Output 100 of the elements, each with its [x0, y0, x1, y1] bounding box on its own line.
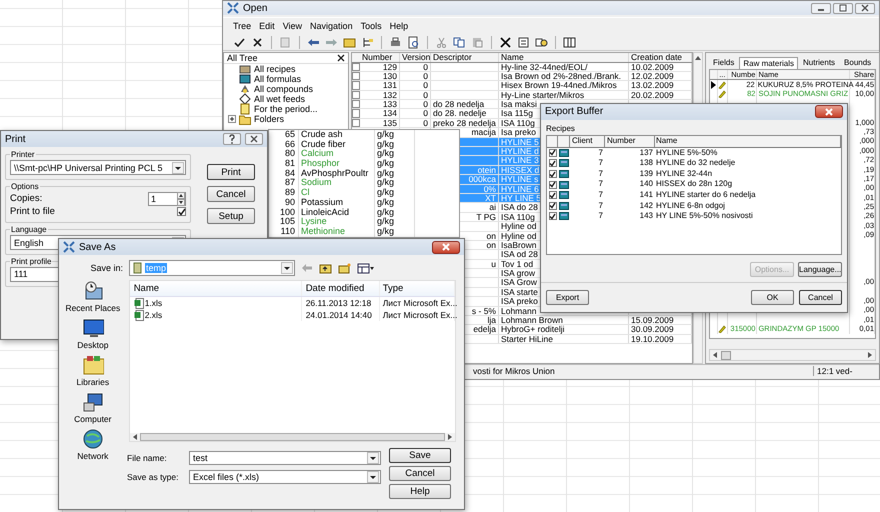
dialog-button[interactable]: Help: [389, 484, 451, 499]
export-button[interactable]: Export: [546, 290, 589, 305]
tree-node[interactable]: Folders: [254, 114, 284, 124]
menu-item[interactable]: Tree: [233, 21, 252, 31]
tab[interactable]: Fields: [709, 56, 738, 69]
close-button[interactable]: [855, 2, 875, 14]
checkbox[interactable]: [548, 159, 556, 168]
menu-item[interactable]: Help: [390, 21, 408, 31]
view-menu-icon[interactable]: [357, 262, 375, 274]
menu-item[interactable]: Tools: [360, 21, 382, 31]
checkbox[interactable]: [177, 207, 186, 216]
properties-icon[interactable]: [517, 36, 530, 48]
table-row[interactable]: 132 0 Hy-Line starter/Mikros 20.02.2009: [352, 90, 692, 100]
close-button[interactable]: [245, 133, 263, 145]
preview-icon[interactable]: [407, 36, 420, 48]
table-cell: 13.02.2009: [629, 81, 692, 90]
menu-item[interactable]: View: [282, 21, 302, 31]
scroll-thumb[interactable]: [721, 350, 731, 360]
checkbox[interactable]: [548, 180, 556, 189]
column-header[interactable]: Client: [570, 136, 605, 147]
dialog-button[interactable]: Print: [207, 164, 255, 180]
table-row[interactable]: 129 0 Hy-line 32-44ned/EOL/ 10.02.2009: [352, 62, 692, 72]
column-header[interactable]: Name: [655, 136, 841, 147]
file-name[interactable]: 1.xls: [144, 297, 162, 309]
help-button[interactable]: [223, 133, 241, 145]
dialog-button[interactable]: Cancel: [207, 186, 255, 202]
column-header[interactable]: Descriptor: [431, 53, 499, 62]
new-folder-icon[interactable]: [338, 262, 351, 274]
tree-node[interactable]: All compounds: [254, 84, 314, 94]
table-cell: g/kg: [375, 226, 415, 237]
tab[interactable]: Raw materials: [739, 57, 798, 69]
place-link[interactable]: Computer: [74, 414, 112, 424]
find-icon[interactable]: [535, 36, 548, 48]
close-icon[interactable]: [337, 54, 345, 62]
column-header[interactable]: Type: [380, 281, 455, 296]
table-cell-text: HYLINE do 32 nedelje: [655, 158, 736, 169]
dialog-button[interactable]: Language...: [798, 262, 842, 277]
scrollbar[interactable]: [709, 349, 876, 361]
place-link[interactable]: Network: [77, 451, 108, 461]
table-cell: 90: [269, 198, 299, 208]
checkbox[interactable]: [548, 212, 556, 220]
tree-node[interactable]: All recipes: [254, 64, 296, 74]
column-header[interactable]: Number: [360, 53, 400, 62]
cancel-button[interactable]: Cancel: [799, 290, 842, 305]
checkbox[interactable]: [548, 148, 556, 157]
minimize-button[interactable]: [811, 2, 831, 14]
column-header[interactable]: Number: [605, 136, 655, 147]
printer-icon[interactable]: [389, 36, 402, 48]
spin-arrows-icon[interactable]: [177, 192, 185, 206]
monitor-icon[interactable]: [82, 317, 104, 339]
tab[interactable]: Nutrients: [799, 56, 840, 69]
globe-icon[interactable]: [82, 428, 104, 450]
column-header[interactable]: Name: [499, 53, 629, 62]
columns-icon[interactable]: [563, 36, 576, 48]
computer-icon[interactable]: [82, 391, 104, 413]
close-icon[interactable]: [251, 36, 264, 48]
table-cell-text: HYLINE 5%-50%: [655, 148, 718, 158]
dialog-button[interactable]: Setup: [207, 208, 255, 224]
tree-node[interactable]: All wet feeds: [254, 94, 306, 104]
close-button[interactable]: [815, 105, 843, 118]
checkbox[interactable]: [548, 202, 556, 210]
file-name[interactable]: 2.xls: [144, 309, 162, 321]
column-header[interactable]: Creation date: [629, 53, 692, 62]
table-cell-text: HYLINE 6-8n odgoj: [655, 200, 726, 212]
place-link[interactable]: Libraries: [76, 377, 110, 387]
dialog-button[interactable]: Save: [389, 448, 451, 463]
close-button[interactable]: [432, 240, 460, 254]
place-link[interactable]: Recent Places: [65, 303, 120, 313]
number-field[interactable]: 1: [148, 192, 186, 206]
library-folder-icon[interactable]: [82, 354, 104, 376]
table-row[interactable]: 131 0 Hisex Brown 19-44ned./Mikros 13.02.2009: [352, 81, 692, 91]
dropdown[interactable]: \\Smt-pc\HP Universal Printing PCL 5: [10, 160, 186, 175]
restore-button[interactable]: [833, 2, 853, 14]
tree-node[interactable]: All formulas: [254, 74, 302, 84]
expand-icon[interactable]: [228, 115, 236, 123]
ok-button[interactable]: OK: [751, 290, 794, 305]
tab[interactable]: Bounds: [840, 56, 876, 69]
place-link[interactable]: Desktop: [77, 340, 108, 350]
column-header[interactable]: Name: [130, 281, 302, 296]
dialog-button[interactable]: Cancel: [389, 466, 451, 481]
copy-icon[interactable]: [453, 36, 466, 48]
dropdown[interactable]: Excel files (*.xls): [189, 470, 381, 484]
table-cell-text: HYLINE starter do 6 nedelja: [655, 190, 757, 201]
column-header[interactable]: Version: [400, 53, 431, 62]
checkbox[interactable]: [548, 170, 556, 178]
tree-node[interactable]: For the period...: [254, 104, 318, 114]
menu-item[interactable]: Navigation: [310, 21, 353, 31]
delete-icon[interactable]: [499, 36, 512, 48]
table-cell: 0: [400, 90, 431, 100]
checkbox[interactable]: [548, 191, 556, 200]
column-header[interactable]: Date modified: [302, 281, 380, 296]
menu-item[interactable]: Edit: [259, 21, 275, 31]
table-cell: Hy-Line starter/Mikros: [499, 90, 629, 100]
dropdown[interactable]: test: [189, 451, 381, 465]
table-cell: 66: [269, 140, 299, 150]
table-row[interactable]: 130 0 Isa Brown od 2%-28ned./Brank. 12.02.2009: [352, 72, 692, 82]
tree-icon[interactable]: [361, 36, 374, 48]
table-cell: Potassium: [299, 198, 375, 208]
folder-up-icon[interactable]: [319, 262, 332, 274]
check-icon[interactable]: [233, 36, 246, 48]
